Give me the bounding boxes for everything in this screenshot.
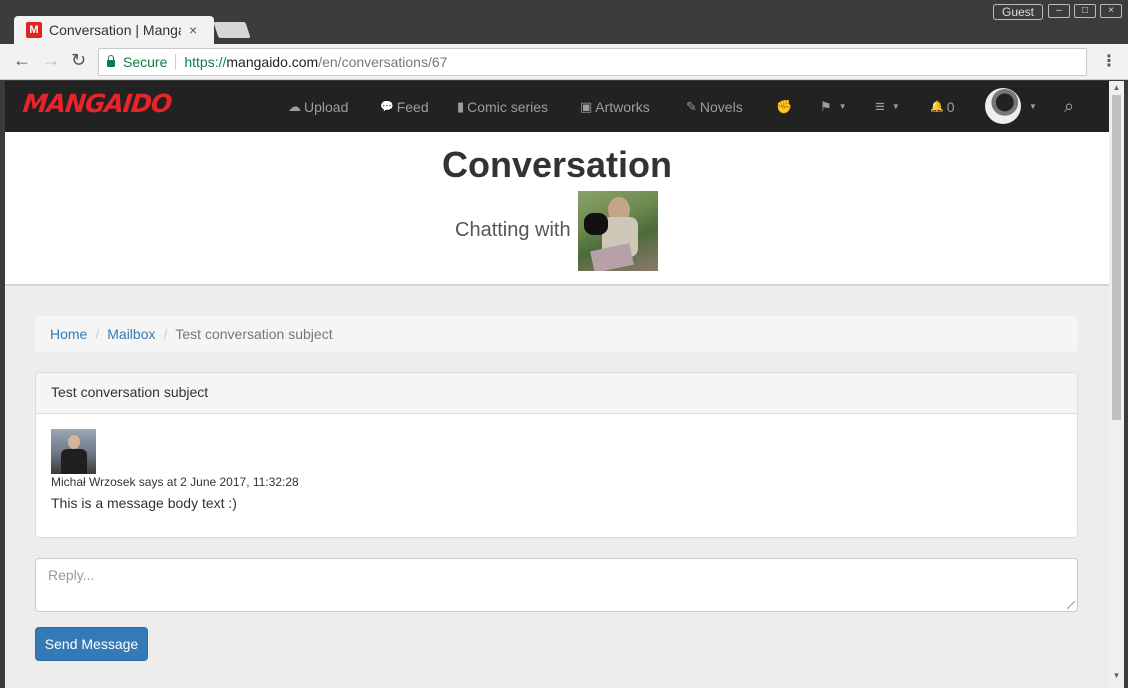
browser-tabstrip: M Conversation | Mangaido × Guest – □ × xyxy=(0,0,1128,44)
minimize-icon[interactable]: – xyxy=(1048,4,1070,18)
chevron-down-icon: ▼ xyxy=(1029,102,1037,111)
conversation-panel: Test conversation subject Michał Wrzosek… xyxy=(35,372,1078,538)
tab-close-icon[interactable]: × xyxy=(189,22,197,38)
address-bar[interactable]: Secure https:// mangaido.com /en/convers… xyxy=(98,48,1087,76)
site-navbar: MANGAIDO ☁ Upload 💬 Feed ▮ Comic series … xyxy=(5,81,1109,132)
back-icon[interactable]: ← xyxy=(13,50,31,71)
browser-toolbar: ← → ↻ Secure https:// mangaido.com /en/c… xyxy=(0,44,1128,80)
breadcrumb-home[interactable]: Home xyxy=(50,326,87,342)
page-scrollbar[interactable]: ▲ ▼ xyxy=(1109,81,1124,688)
close-window-icon[interactable]: × xyxy=(1100,4,1122,18)
nav-grab[interactable]: ✊ xyxy=(776,81,795,132)
message-meta: Michał Wrzosek says at 2 June 2017, 11:3… xyxy=(51,475,299,489)
tab-title: Conversation | Mangaido xyxy=(49,22,181,38)
chatting-with-label: Chatting with xyxy=(455,219,571,241)
nav-artworks[interactable]: ▣ Artworks xyxy=(580,81,650,132)
secure-label: Secure xyxy=(123,54,168,70)
browser-menu-icon[interactable]: ⋮ xyxy=(1101,51,1117,71)
comments-icon: 💬 xyxy=(380,101,394,113)
profile-button[interactable]: Guest xyxy=(993,4,1044,20)
nav-upload[interactable]: ☁ Upload xyxy=(288,81,348,132)
breadcrumb: Home / Mailbox / Test conversation subje… xyxy=(35,316,1078,352)
nav-novels[interactable]: ✎ Novels xyxy=(686,81,743,132)
lock-icon xyxy=(107,55,115,67)
url-host: mangaido.com xyxy=(226,54,319,70)
nav-language-dropdown[interactable]: ⚑ ▼ xyxy=(820,81,847,132)
forward-icon[interactable]: → xyxy=(42,50,60,71)
nav-label: Novels xyxy=(699,98,743,115)
bell-icon: 🔔 xyxy=(930,101,944,113)
chevron-down-icon: ▼ xyxy=(891,102,900,111)
scrollbar-thumb[interactable] xyxy=(1112,95,1121,420)
reload-icon[interactable]: ↻ xyxy=(71,50,86,71)
cloud-upload-icon: ☁ xyxy=(288,98,301,114)
omnibox-divider xyxy=(175,54,177,70)
breadcrumb-current: Test conversation subject xyxy=(175,326,333,342)
user-avatar[interactable] xyxy=(985,88,1021,124)
nav-menu-dropdown[interactable]: ≡ ▼ xyxy=(875,81,900,132)
conversation-subject: Test conversation subject xyxy=(36,373,1077,414)
nav-label: Feed xyxy=(396,98,429,115)
user-menu-toggle[interactable]: ▼ xyxy=(1025,81,1037,132)
resize-handle-icon[interactable] xyxy=(1067,601,1075,609)
page-header: Conversation Chatting with xyxy=(5,132,1109,286)
url-scheme: https:// xyxy=(184,54,227,70)
page-viewport: MANGAIDO ☁ Upload 💬 Feed ▮ Comic series … xyxy=(5,81,1109,688)
maximize-icon[interactable]: □ xyxy=(1074,4,1096,18)
flag-icon: ⚑ xyxy=(820,98,832,114)
reply-textarea[interactable] xyxy=(35,558,1078,612)
notification-count: 0 xyxy=(946,98,955,115)
new-tab-button[interactable] xyxy=(213,22,251,38)
site-logo[interactable]: MANGAIDO xyxy=(21,89,172,118)
url-path: /en/conversations/67 xyxy=(318,54,448,70)
nav-label: Artworks xyxy=(595,98,650,115)
page-title: Conversation xyxy=(441,144,673,185)
edit-icon: ✎ xyxy=(686,98,697,114)
picture-icon: ▣ xyxy=(580,98,593,114)
book-icon: ▮ xyxy=(457,98,465,114)
scroll-up-icon[interactable]: ▲ xyxy=(1112,83,1121,92)
partner-avatar[interactable] xyxy=(578,191,658,271)
nav-label: Upload xyxy=(304,98,349,115)
nav-feed[interactable]: 💬 Feed xyxy=(380,81,429,132)
breadcrumb-mailbox[interactable]: Mailbox xyxy=(107,326,155,342)
nav-label: Comic series xyxy=(467,98,549,115)
message-body: This is a message body text :) xyxy=(51,495,237,511)
nav-notifications[interactable]: 🔔 0 xyxy=(930,81,955,132)
breadcrumb-separator: / xyxy=(95,326,100,342)
nav-comic-series[interactable]: ▮ Comic series xyxy=(457,81,548,132)
breadcrumb-separator: / xyxy=(163,326,168,342)
menu-icon: ≡ xyxy=(875,96,885,116)
scroll-down-icon[interactable]: ▼ xyxy=(1112,671,1121,680)
send-message-button[interactable]: Send Message xyxy=(35,627,148,661)
sender-avatar[interactable] xyxy=(51,429,96,474)
search-icon[interactable]: ⌕ xyxy=(1064,81,1074,132)
chevron-down-icon: ▼ xyxy=(838,102,847,111)
grab-icon: ✊ xyxy=(776,98,793,114)
browser-tab[interactable]: M Conversation | Mangaido × xyxy=(14,16,214,44)
mangaido-favicon-icon: M xyxy=(26,22,42,38)
